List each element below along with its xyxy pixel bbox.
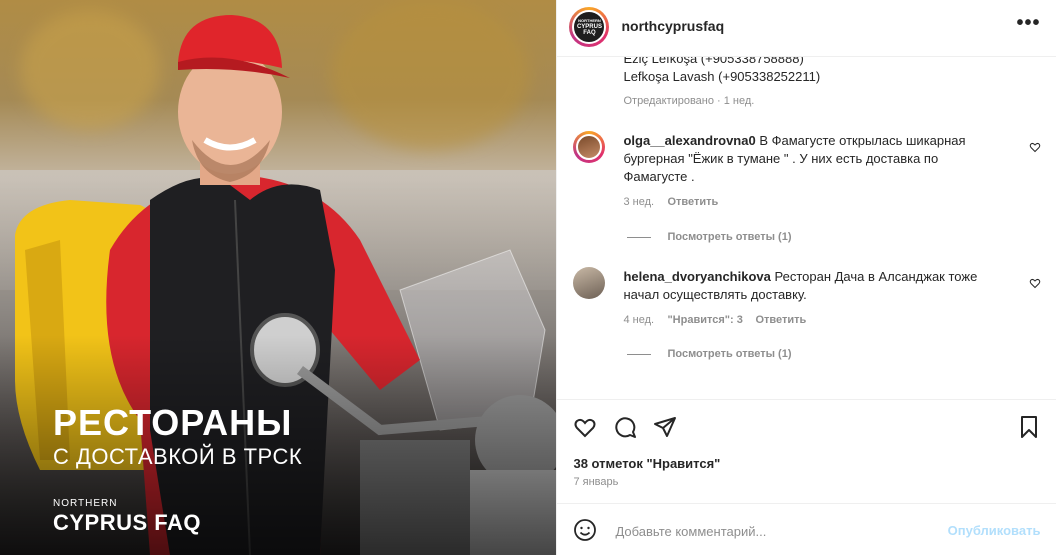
comment-avatar[interactable] — [573, 267, 606, 299]
comment-text-line: бургерная "Ёжик в тумане " . У них есть … — [623, 151, 939, 166]
comment-text-line: Ресторан Дача в Алсанджак тоже — [774, 269, 978, 284]
caption-line: Eziç Lefkoşa (+905338758888) — [623, 57, 804, 66]
instagram-post-modal: РЕСТОРАНЫ С ДОСТАВКОЙ В ТРСК NORTHERN CY… — [0, 0, 1056, 555]
post-image[interactable]: РЕСТОРАНЫ С ДОСТАВКОЙ В ТРСК NORTHERN CY… — [0, 0, 557, 555]
comment-text-line: В Фамагусте открылась шикарная — [759, 133, 966, 148]
caption-meta: Отредактировано · 1 нед. — [623, 95, 755, 107]
post-image-title: РЕСТОРАНЫ — [53, 402, 293, 443]
author-username[interactable]: northcyprusfaq — [621, 18, 724, 34]
avatar-logo-line-3: FAQ — [583, 30, 596, 36]
post-actions: 38 отметок "Нравится" 7 январь — [557, 399, 1056, 504]
comment-username[interactable]: helena_dvoryanchikova — [623, 269, 770, 284]
comment-text: olga__alexandrovna0 В Фамагусте открылас… — [623, 132, 965, 150]
comment-composer: Опубликовать — [557, 503, 1056, 556]
save-bookmark-icon[interactable] — [1017, 415, 1041, 439]
comment-bubble-icon[interactable] — [613, 415, 637, 439]
caption-line: Lefkoşa Lavash (+905338252211) — [623, 69, 821, 84]
view-replies-button[interactable]: Посмотреть ответы (1) — [627, 348, 791, 360]
post-header: NORTHERN CYPRUS FAQ northcyprusfaq ••• — [557, 0, 1056, 57]
like-heart-icon[interactable] — [573, 415, 597, 439]
reply-button[interactable]: Ответить — [755, 314, 806, 326]
comment-like-heart-icon[interactable] — [1029, 141, 1041, 153]
emoji-smiley-icon[interactable] — [573, 518, 597, 542]
comment-text-line: Фамагусте . — [623, 169, 695, 184]
comments-list[interactable]: Eziç Lefkoşa (+905338758888) Lefkoşa Lav… — [557, 57, 1056, 399]
reply-button[interactable]: Ответить — [667, 196, 718, 208]
comment-text-line: начал осуществлять доставку. — [623, 287, 807, 302]
post-date[interactable]: 7 январь — [573, 476, 618, 488]
comment-likes-count[interactable]: "Нравится": 3 — [667, 314, 742, 326]
comment-avatar[interactable] — [573, 131, 606, 163]
comment-text: helena_dvoryanchikova Ресторан Дача в Ал… — [623, 268, 977, 286]
share-send-icon[interactable] — [653, 415, 677, 439]
view-replies-button[interactable]: Посмотреть ответы (1) — [627, 231, 791, 243]
comment-input[interactable] — [613, 521, 958, 541]
brand-logo-small: NORTHERN — [53, 498, 118, 509]
more-options-icon[interactable]: ••• — [1016, 12, 1040, 35]
comment-username[interactable]: olga__alexandrovna0 — [623, 133, 755, 148]
comment-age: 4 нед. — [623, 314, 655, 326]
brand-logo-text: CYPRUS FAQ — [53, 510, 202, 535]
post-image-subtitle: С ДОСТАВКОЙ В ТРСК — [53, 444, 303, 469]
publish-button[interactable]: Опубликовать — [948, 523, 1041, 538]
comment-like-heart-icon[interactable] — [1029, 277, 1041, 289]
comment-age: 3 нед. — [623, 196, 655, 208]
author-avatar[interactable]: NORTHERN CYPRUS FAQ — [569, 7, 610, 47]
post-side-panel: NORTHERN CYPRUS FAQ northcyprusfaq ••• E… — [556, 0, 1056, 555]
likes-count[interactable]: 38 отметок "Нравится" — [573, 456, 720, 471]
